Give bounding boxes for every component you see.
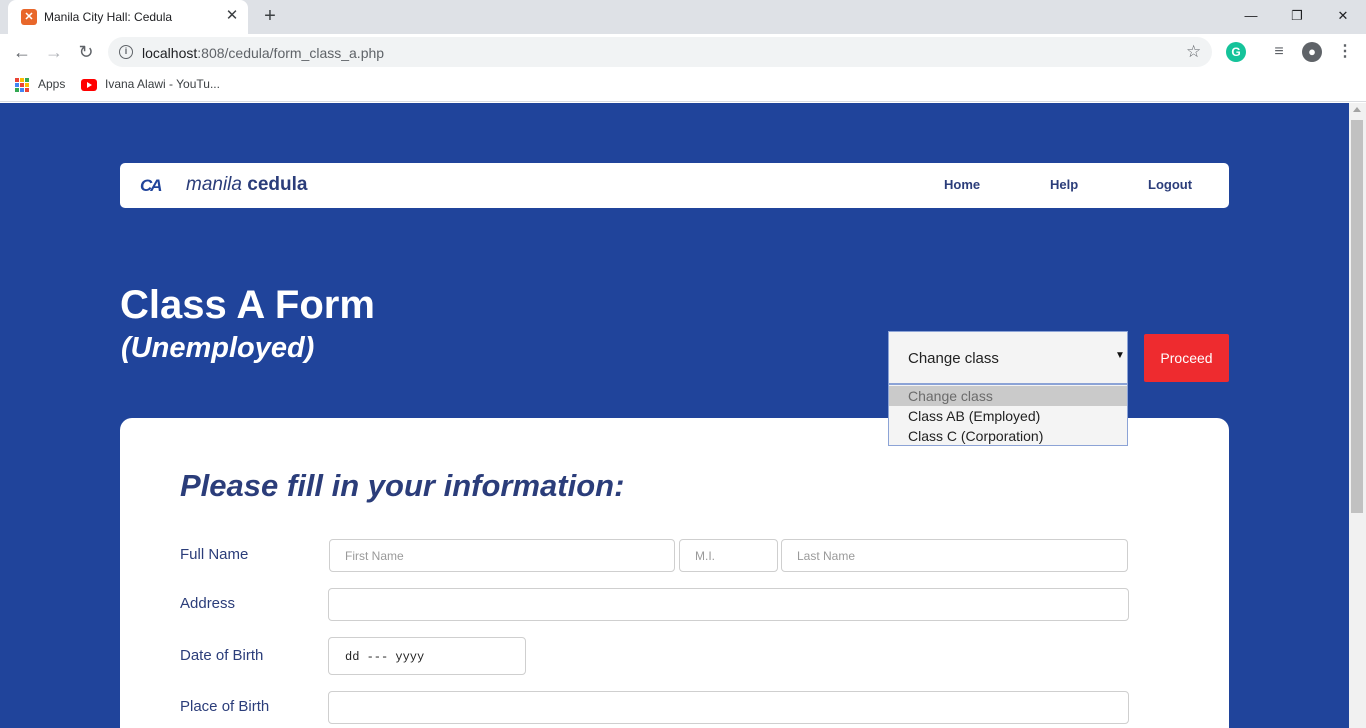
option-class-ab[interactable]: Class AB (Employed)	[889, 406, 1127, 426]
middle-initial-input[interactable]	[679, 539, 778, 572]
site-logo-text[interactable]: manila cedula	[186, 174, 307, 196]
scroll-up-arrow-icon[interactable]	[1353, 107, 1361, 112]
last-name-input[interactable]	[781, 539, 1128, 572]
dropdown-arrow-icon: ▼	[1115, 350, 1125, 361]
proceed-button[interactable]: Proceed	[1144, 334, 1229, 382]
url-text[interactable]: localhost:808/cedula/form_class_a.php	[142, 45, 384, 61]
info-icon[interactable]: i	[119, 45, 133, 59]
grammarly-icon[interactable]: G	[1226, 42, 1246, 62]
close-window-icon[interactable]: ✕	[1328, 3, 1358, 29]
tab-title: Manila City Hall: Cedula	[44, 10, 173, 24]
page-subtitle: (Unemployed)	[121, 332, 315, 364]
scrollbar-thumb[interactable]	[1351, 120, 1363, 513]
tab-strip: ✕ Manila City Hall: Cedula ✕ + — ❐ ✕	[0, 0, 1366, 34]
date-of-birth-input[interactable]: dd --- yyyy	[328, 637, 526, 675]
option-class-c[interactable]: Class C (Corporation)	[889, 426, 1127, 446]
reload-icon[interactable]: ↻	[73, 39, 99, 65]
address-bar[interactable]: i localhost:808/cedula/form_class_a.php …	[108, 37, 1212, 67]
form-heading: Please fill in your information:	[180, 468, 625, 503]
browser-toolbar: ← → ↻ i localhost:808/cedula/form_class_…	[0, 34, 1366, 70]
media-playlist-icon[interactable]: ≡	[1269, 42, 1289, 62]
nav-logout-link[interactable]: Logout	[1148, 177, 1192, 192]
class-dropdown-list: Change class Class AB (Employed) Class C…	[888, 384, 1128, 446]
select-value: Change class	[908, 350, 999, 367]
restore-icon[interactable]: ❐	[1282, 3, 1312, 29]
page-scrollbar[interactable]	[1349, 103, 1366, 728]
youtube-icon	[81, 79, 97, 91]
nav-help-link[interactable]: Help	[1050, 177, 1078, 192]
page-viewport: CA manila cedula Home Help Logout Class …	[0, 103, 1349, 728]
bookmark-apps[interactable]: Apps	[38, 77, 65, 91]
address-label: Address	[180, 595, 236, 612]
new-tab-button[interactable]: +	[259, 5, 281, 27]
close-tab-icon[interactable]: ✕	[224, 8, 240, 24]
xampp-favicon-icon: ✕	[21, 9, 37, 25]
place-of-birth-input[interactable]	[328, 691, 1129, 724]
form-card: Please fill in your information: Full Na…	[120, 418, 1229, 728]
url-host: localhost	[142, 45, 198, 61]
bookmarks-bar: Apps Ivana Alawi - YouTu...	[0, 70, 1366, 102]
dob-label: Date of Birth	[180, 647, 264, 664]
first-name-input[interactable]	[329, 539, 675, 572]
date-of-birth-value: dd --- yyyy	[345, 650, 425, 664]
bookmark-youtube[interactable]: Ivana Alawi - YouTu...	[105, 77, 220, 91]
bookmark-star-icon[interactable]: ☆	[1186, 42, 1201, 62]
change-class-select[interactable]: Change class ▼	[888, 331, 1128, 384]
pob-label: Place of Birth	[180, 698, 270, 715]
option-change-class[interactable]: Change class	[889, 386, 1127, 406]
back-icon[interactable]: ←	[9, 39, 35, 65]
site-navbar: CA manila cedula Home Help Logout	[120, 163, 1229, 208]
apps-grid-icon[interactable]	[15, 78, 29, 92]
minimize-icon[interactable]: —	[1236, 3, 1266, 29]
logo-word-cedula: cedula	[247, 174, 308, 195]
address-input[interactable]	[328, 588, 1129, 621]
logo-word-manila: manila	[186, 174, 242, 195]
forward-icon[interactable]: →	[41, 39, 67, 65]
profile-avatar-icon[interactable]: ●	[1302, 42, 1322, 62]
browser-tab[interactable]: ✕ Manila City Hall: Cedula ✕	[8, 0, 248, 34]
full-name-label: Full Name	[180, 546, 249, 563]
url-path: :808/cedula/form_class_a.php	[197, 45, 385, 61]
page-title: Class A Form	[120, 283, 375, 327]
nav-home-link[interactable]: Home	[944, 177, 980, 192]
menu-dots-icon[interactable]: ⋮	[1335, 42, 1355, 62]
cedula-logo-icon[interactable]: CA	[140, 176, 163, 196]
